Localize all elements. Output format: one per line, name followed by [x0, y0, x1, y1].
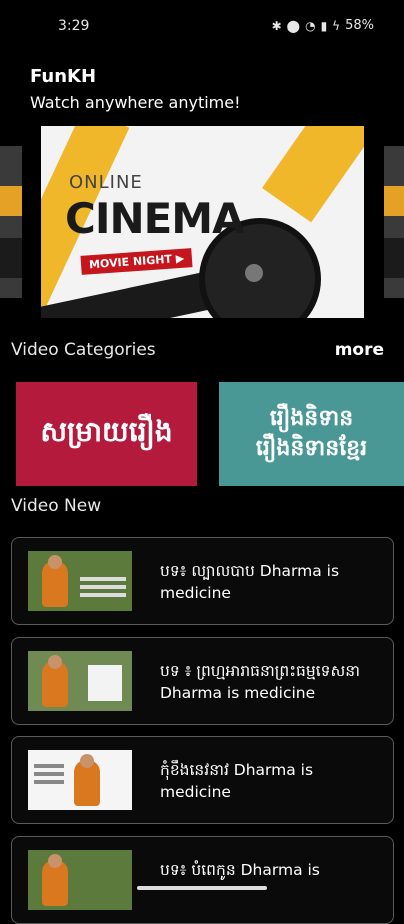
category-label: រឿងនិទាន រឿងនិទានខ្មែរ [255, 406, 368, 461]
battery-percent: 58% [345, 18, 374, 33]
video-title: បទ៖ ល្បាលបាប Dharma is medicine [160, 562, 340, 602]
signal-icon: ▮ [320, 18, 328, 33]
video-card[interactable]: បទ៖ បំពេកូន Dharma is [11, 836, 394, 924]
app-subtitle: Watch anywhere anytime! [30, 93, 241, 112]
banner-online-text: ONLINE [69, 172, 143, 193]
carousel-prev-slide[interactable] [0, 146, 22, 298]
video-thumbnail [28, 551, 132, 611]
video-card[interactable]: បទ ៖ ព្រហ្មអារាធនាព្រះធម្មទេសនា Dharma i… [11, 637, 394, 725]
video-thumbnail [28, 651, 132, 711]
banner-cinema-text: CINEMA [65, 194, 245, 243]
notification-icon: ✱ [271, 18, 282, 33]
video-thumbnail [28, 850, 132, 910]
new-videos-title: Video New [11, 496, 102, 516]
status-time: 3:29 [58, 18, 90, 34]
category-item[interactable]: សម្រាយរឿង [16, 382, 197, 486]
battery-charging-icon: ϟ [332, 18, 341, 33]
more-button[interactable]: more [335, 340, 384, 360]
categories-list: សម្រាយរឿង រឿងនិទាន រឿងនិទានខ្មែរ [16, 382, 404, 486]
video-title: បទ៖ បំពេកូន Dharma is [160, 861, 320, 879]
video-card[interactable]: បទ៖ ល្បាលបាប Dharma is medicine [11, 537, 394, 625]
app-header: FunKH Watch anywhere anytime! [30, 66, 241, 112]
category-item[interactable]: រឿងនិទាន រឿងនិទានខ្មែរ [219, 382, 404, 486]
app-title: FunKH [30, 66, 97, 87]
status-bar: 3:29 ✱ ⬤ ◔ ▮ ϟ 58% [0, 0, 404, 52]
banner-slide[interactable]: ONLINE CINEMA MOVIE NIGHT ▶ [41, 126, 364, 318]
new-videos-header: Video New [11, 496, 384, 516]
film-strip-graphic [41, 269, 223, 318]
banner-tag: MOVIE NIGHT ▶ [80, 248, 193, 275]
location-icon: ⬤ [286, 18, 301, 33]
status-icons: ✱ ⬤ ◔ ▮ ϟ 58% [272, 18, 374, 33]
carousel-next-slide[interactable] [384, 146, 404, 298]
categories-title: Video Categories [11, 340, 156, 360]
video-card[interactable]: កុំខឹងនេវនាវ Dharma is medicine [11, 736, 394, 824]
video-title: កុំខឹងនេវនាវ Dharma is medicine [160, 761, 314, 801]
banner-carousel[interactable]: ONLINE CINEMA MOVIE NIGHT ▶ [0, 126, 404, 318]
video-thumbnail [28, 750, 132, 810]
video-title: បទ ៖ ព្រហ្មអារាធនាព្រះធម្មទេសនា Dharma i… [160, 662, 360, 702]
wifi-icon: ◔ [305, 18, 316, 33]
categories-header: Video Categories more [11, 340, 384, 360]
gesture-nav-bar[interactable] [137, 886, 267, 890]
